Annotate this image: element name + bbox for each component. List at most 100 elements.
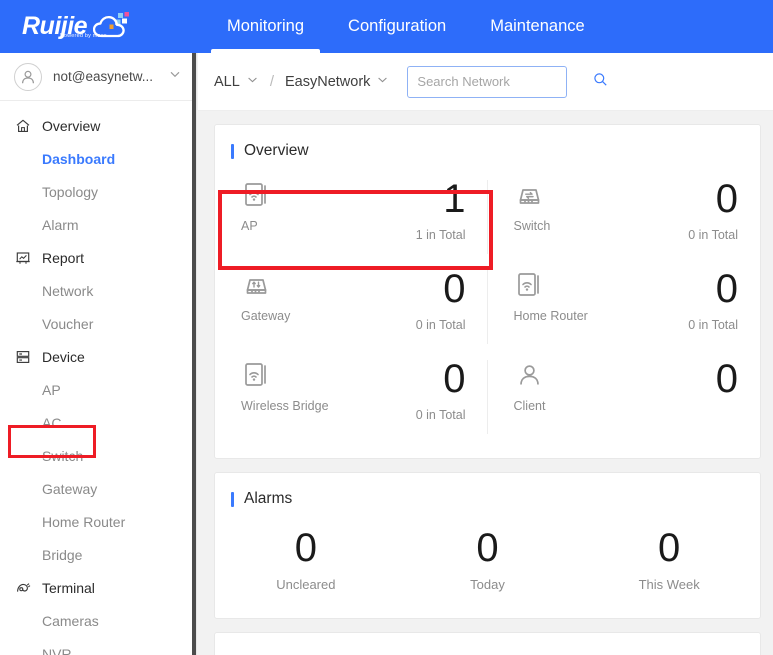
sidebar-item-gateway-label: Gateway xyxy=(42,480,98,497)
stat-card-home-router-total: 0 in Total xyxy=(688,318,738,333)
search-icon[interactable] xyxy=(593,72,608,92)
breadcrumb-network[interactable]: EasyNetwork xyxy=(285,73,389,90)
alarm-stat-uncleared[interactable]: 0 Uncleared xyxy=(215,528,397,592)
stat-card-wireless-bridge-total: 0 in Total xyxy=(415,408,466,423)
overview-panel-header: Overview xyxy=(215,125,760,172)
sidebar-menu: Overview Dashboard Topology Alarm Report… xyxy=(0,101,196,655)
sidebar-item-nvr[interactable]: NVR xyxy=(0,637,196,655)
sidebar-item-terminal[interactable]: Terminal xyxy=(0,571,196,604)
breadcrumb-scope-label: ALL xyxy=(214,73,240,90)
sidebar-item-nvr-label: NVR xyxy=(42,645,72,655)
chevron-down-icon xyxy=(246,73,259,90)
sidebar-item-alarm[interactable]: Alarm xyxy=(0,208,196,241)
sidebar-item-report[interactable]: Report xyxy=(0,241,196,274)
sidebar-item-topology[interactable]: Topology xyxy=(0,175,196,208)
alarms-panel: Alarms 0 Uncleared 0 Today 0 This Week xyxy=(214,472,761,619)
stat-card-wireless-bridge-label: Wireless Bridge xyxy=(241,399,329,413)
sidebar-item-gateway[interactable]: Gateway xyxy=(0,472,196,505)
alarm-stat-today[interactable]: 0 Today xyxy=(397,528,579,592)
brand-logo[interactable]: Ruijie Powered by macc xyxy=(0,0,200,53)
alarm-stat-grid: 0 Uncleared 0 Today 0 This Week xyxy=(215,520,760,618)
sidebar-item-home-router[interactable]: Home Router xyxy=(0,505,196,538)
brand-tagline: Powered by macc xyxy=(60,33,107,39)
device-icon xyxy=(14,348,31,365)
sidebar-item-switch[interactable]: Switch xyxy=(0,439,196,472)
sidebar-item-cameras-label: Cameras xyxy=(42,612,99,629)
stat-card-switch-count: 0 xyxy=(715,177,738,221)
stat-card-wireless-bridge-count: 0 xyxy=(443,357,466,401)
tab-monitoring-label: Monitoring xyxy=(227,17,305,35)
client-icon xyxy=(514,360,545,391)
next-panel-partial xyxy=(214,632,761,655)
search-input[interactable] xyxy=(417,74,594,89)
alarm-stat-today-label: Today xyxy=(470,577,505,592)
sidebar-item-device-label: Device xyxy=(42,348,85,365)
sidebar-item-dashboard[interactable]: Dashboard xyxy=(0,142,196,175)
tab-maintenance[interactable]: Maintenance xyxy=(468,0,606,53)
stat-card-home-router-label: Home Router xyxy=(513,309,588,323)
sidebar-item-overview[interactable]: Overview xyxy=(0,109,196,142)
sidebar-item-ac-label: AC xyxy=(42,414,62,431)
sidebar-item-alarm-label: Alarm xyxy=(42,216,79,233)
sidebar-item-switch-label: Switch xyxy=(42,447,84,464)
terminal-icon xyxy=(14,579,31,596)
sidebar-item-ap[interactable]: AP xyxy=(0,373,196,406)
stat-card-ap-total: 1 in Total xyxy=(415,228,466,243)
stat-card-gateway-label: Gateway xyxy=(241,309,291,323)
stat-card-ap-count: 1 xyxy=(443,177,466,221)
stat-card-gateway[interactable]: Gateway 0 0 in Total xyxy=(215,262,488,352)
alarm-stat-this-week[interactable]: 0 This Week xyxy=(578,528,760,592)
sidebar-item-voucher-label: Voucher xyxy=(42,315,94,332)
sidebar-item-report-label: Report xyxy=(42,249,85,266)
panel-accent-bar xyxy=(231,491,234,507)
search-network-box[interactable] xyxy=(407,65,608,98)
top-header: Ruijie Powered by macc Monitoring Config… xyxy=(0,0,773,53)
stat-card-switch[interactable]: Switch 0 0 in Total xyxy=(488,172,761,262)
user-account-selector[interactable]: not@easynetw... xyxy=(0,53,196,101)
sidebar-item-network-label: Network xyxy=(42,282,94,299)
alarm-stat-this-week-count: 0 xyxy=(658,526,681,570)
tab-configuration[interactable]: Configuration xyxy=(326,0,468,53)
report-icon xyxy=(14,249,31,266)
stat-card-home-router[interactable]: Home Router 0 0 in Total xyxy=(488,262,761,352)
alarms-panel-title: Alarms xyxy=(244,490,293,507)
sidebar-item-terminal-label: Terminal xyxy=(42,579,95,596)
sidebar-item-voucher[interactable]: Voucher xyxy=(0,307,196,340)
sidebar-item-ac[interactable]: AC xyxy=(0,406,196,439)
chevron-down-icon xyxy=(376,73,389,90)
sidebar-item-bridge-label: Bridge xyxy=(42,546,83,563)
sidebar-item-cameras[interactable]: Cameras xyxy=(0,604,196,637)
sidebar-scrollbar[interactable] xyxy=(192,53,196,655)
alarms-panel-header: Alarms xyxy=(215,473,760,520)
sidebar-item-dashboard-label: Dashboard xyxy=(42,150,116,167)
tab-monitoring[interactable]: Monitoring xyxy=(205,0,326,53)
sidebar-item-device[interactable]: Device xyxy=(0,340,196,373)
stat-card-gateway-count: 0 xyxy=(443,267,466,311)
tab-maintenance-label: Maintenance xyxy=(490,17,585,35)
app-root: Ruijie Powered by macc Monitoring Config… xyxy=(0,0,773,655)
stat-card-gateway-total: 0 in Total xyxy=(415,318,466,333)
switch-icon xyxy=(514,180,545,211)
router-icon xyxy=(514,270,545,301)
stat-card-client-count: 0 xyxy=(715,357,738,401)
device-stat-grid: AP 1 1 in Total Switch 0 0 in Total Gate… xyxy=(215,172,760,458)
stat-card-ap[interactable]: AP 1 1 in Total xyxy=(215,172,488,262)
ap-icon xyxy=(241,180,272,211)
overview-panel: Overview AP 1 1 in Total Switch 0 0 in T… xyxy=(214,124,761,459)
alarm-stat-today-count: 0 xyxy=(476,526,499,570)
stat-card-client-label: Client xyxy=(513,399,546,413)
stat-card-client[interactable]: Client 0 xyxy=(488,352,761,442)
sidebar-item-overview-label: Overview xyxy=(42,117,101,134)
sidebar-item-bridge[interactable]: Bridge xyxy=(0,538,196,571)
breadcrumb-bar: ALL / EasyNetwork xyxy=(198,53,773,111)
stat-card-switch-label: Switch xyxy=(513,219,551,233)
alarm-stat-this-week-label: This Week xyxy=(638,577,700,592)
chevron-down-icon xyxy=(168,67,182,86)
alarm-stat-uncleared-label: Uncleared xyxy=(276,577,336,592)
stat-card-wireless-bridge[interactable]: Wireless Bridge 0 0 in Total xyxy=(215,352,488,442)
breadcrumb-scope[interactable]: ALL xyxy=(214,73,259,90)
bridge-icon xyxy=(241,360,272,391)
stat-card-ap-label: AP xyxy=(241,219,258,233)
tab-configuration-label: Configuration xyxy=(348,17,447,35)
sidebar-item-network[interactable]: Network xyxy=(0,274,196,307)
